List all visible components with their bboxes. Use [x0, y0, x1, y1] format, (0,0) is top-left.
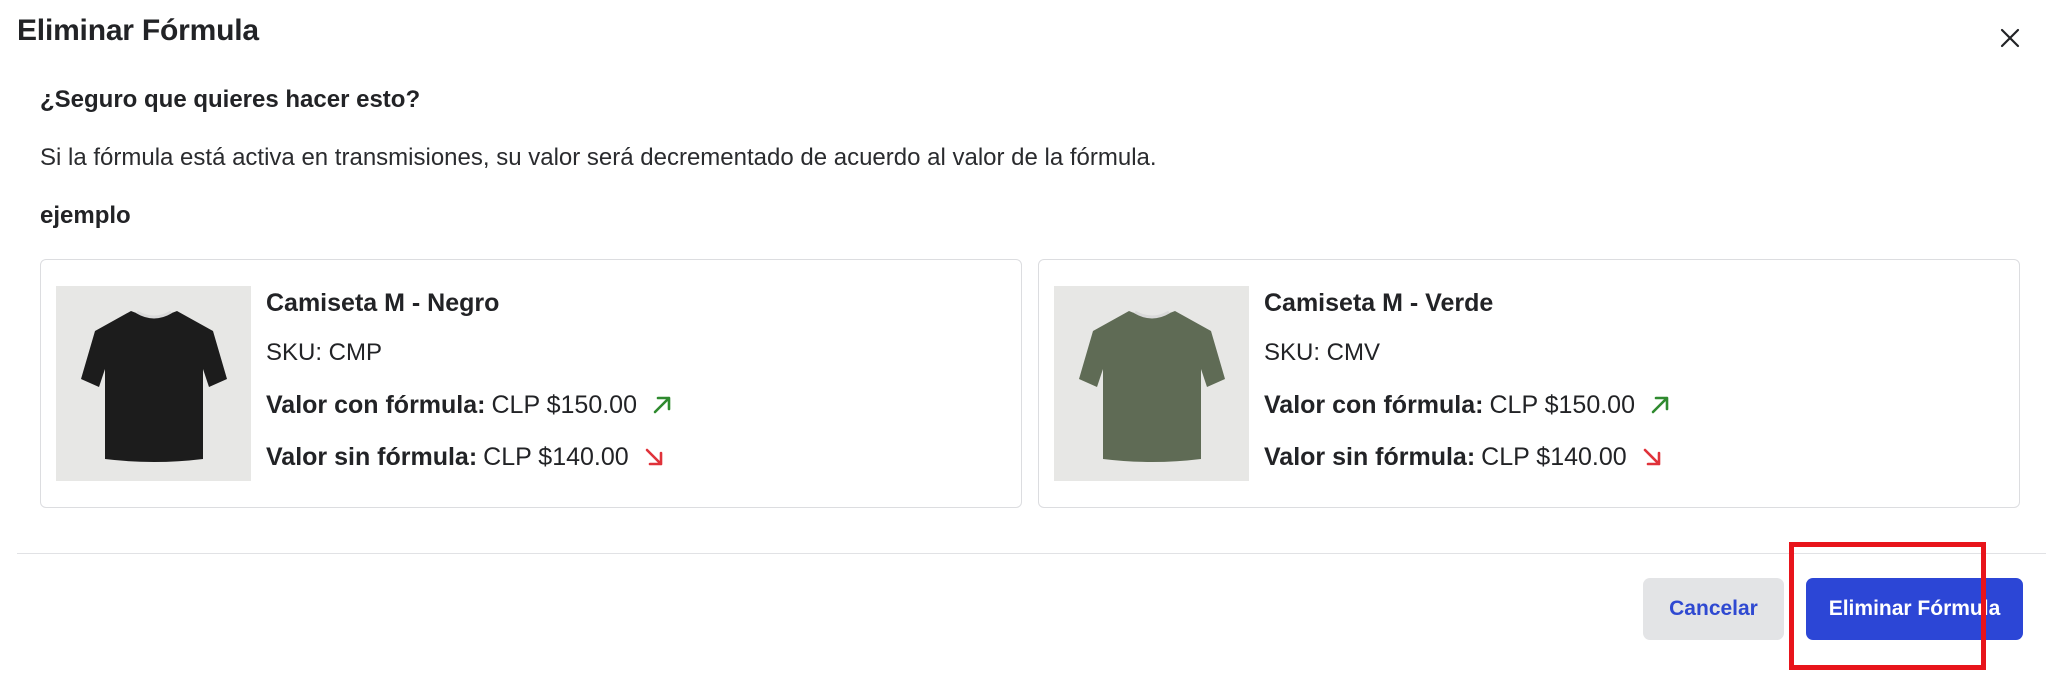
product-info: Camiseta M - Verde SKU: CMV Valor con fó…: [1264, 286, 1671, 481]
arrow-up-right-icon: [1649, 394, 1671, 416]
value-with-formula-amount: CLP $150.00: [1489, 391, 1635, 419]
product-sku: SKU: CMP: [266, 339, 383, 366]
close-icon: [2000, 28, 2020, 48]
arrow-up-right-icon: [651, 394, 673, 416]
confirmation-description: Si la fórmula está activa en transmision…: [40, 144, 1157, 171]
product-name: Camiseta M - Negro: [266, 289, 500, 317]
value-with-formula-label: Valor con fórmula:: [266, 391, 486, 419]
value-without-formula-label: Valor sin fórmula:: [266, 443, 478, 471]
product-info: Camiseta M - Negro SKU: CMP Valor con fó…: [266, 286, 673, 481]
value-without-formula-amount: CLP $140.00: [483, 443, 629, 471]
value-with-formula: Valor con fórmula: CLP $150.00: [266, 388, 673, 422]
tshirt-icon: [1078, 310, 1225, 462]
product-card-negro: Camiseta M - Negro SKU: CMP Valor con fó…: [40, 259, 1022, 508]
delete-formula-button[interactable]: Eliminar Fórmula: [1806, 578, 2023, 640]
value-without-formula: Valor sin fórmula: CLP $140.00: [266, 440, 673, 474]
dialog-footer: Cancelar Eliminar Fórmula: [1643, 578, 2023, 640]
product-name: Camiseta M - Verde: [1264, 289, 1494, 317]
example-cards: Camiseta M - Negro SKU: CMP Valor con fó…: [40, 259, 2020, 508]
product-card-verde: Camiseta M - Verde SKU: CMV Valor con fó…: [1038, 259, 2020, 508]
dialog-body: ¿Seguro que quieres hacer esto? Si la fó…: [40, 84, 2024, 508]
delete-formula-dialog: Eliminar Fórmula ¿Seguro que quieres hac…: [0, 0, 2046, 680]
example-heading: ejemplo: [40, 202, 131, 229]
arrow-down-right-icon: [643, 446, 665, 468]
value-with-formula-label: Valor con fórmula:: [1264, 391, 1484, 419]
product-image: [56, 286, 251, 481]
close-button[interactable]: [1990, 18, 2030, 58]
value-without-formula-label: Valor sin fórmula:: [1264, 443, 1476, 471]
confirmation-question: ¿Seguro que quieres hacer esto?: [40, 86, 421, 113]
product-image: [1054, 286, 1249, 481]
value-without-formula-amount: CLP $140.00: [1481, 443, 1627, 471]
product-sku: SKU: CMV: [1264, 339, 1381, 366]
cancel-button[interactable]: Cancelar: [1643, 578, 1784, 640]
value-with-formula: Valor con fórmula: CLP $150.00: [1264, 388, 1671, 422]
value-with-formula-amount: CLP $150.00: [491, 391, 637, 419]
tshirt-icon: [80, 310, 227, 462]
footer-divider: [17, 553, 2046, 554]
value-without-formula: Valor sin fórmula: CLP $140.00: [1264, 440, 1671, 474]
arrow-down-right-icon: [1641, 446, 1663, 468]
dialog-title: Eliminar Fórmula: [17, 14, 259, 47]
